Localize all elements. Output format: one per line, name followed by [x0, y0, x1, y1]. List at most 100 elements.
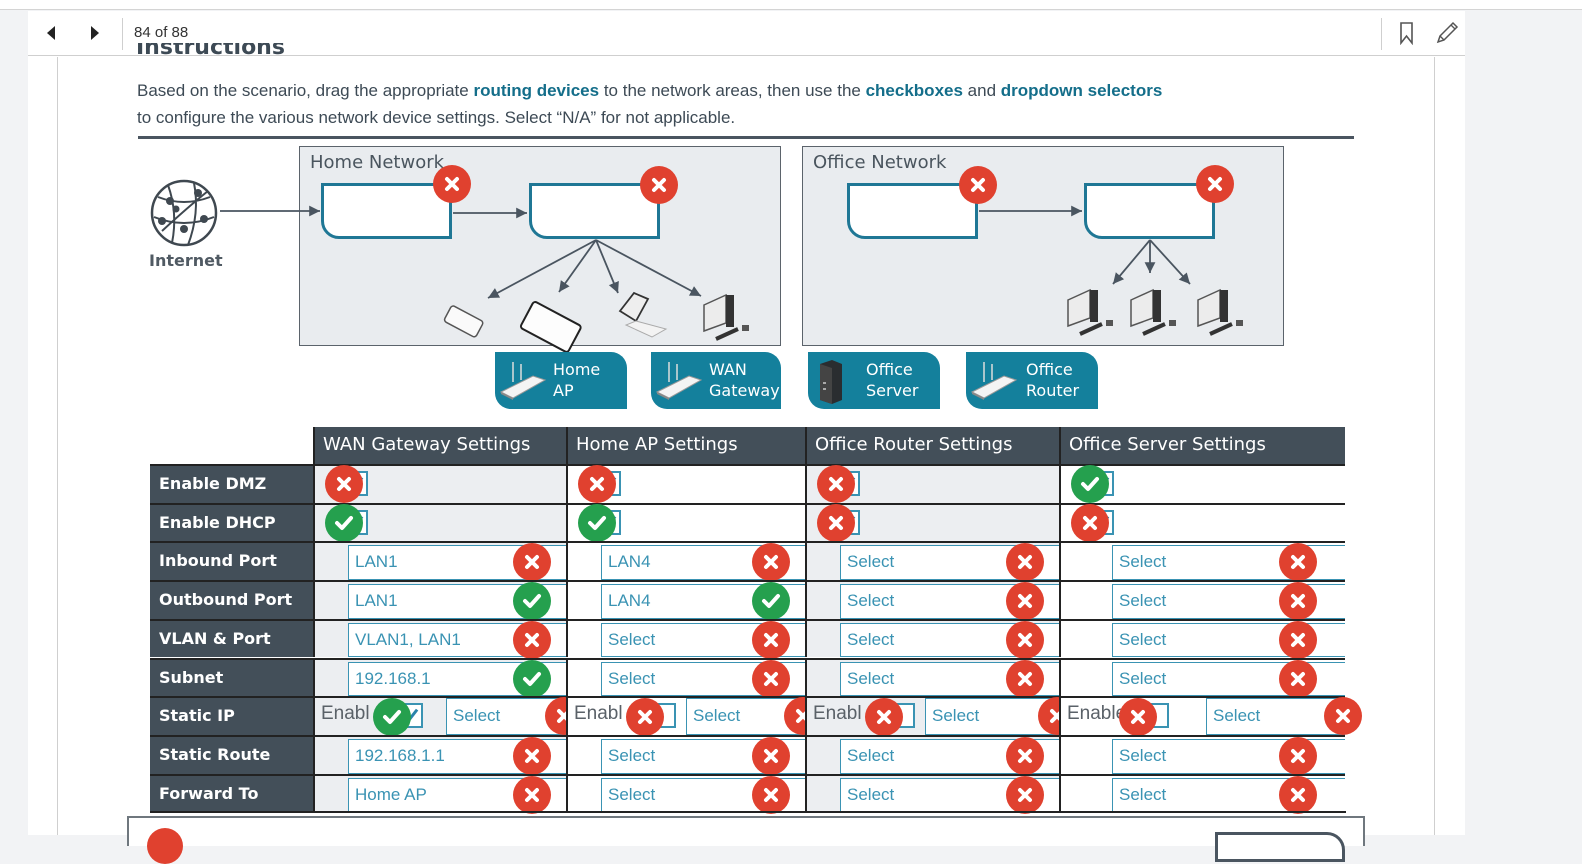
- dropdown-incorrect-badge: [513, 620, 551, 659]
- device-office-router[interactable]: Office Router: [966, 352, 1098, 409]
- router-icon: [655, 362, 703, 400]
- nav-divider-right: [1381, 18, 1382, 50]
- checkmark-icon: [762, 594, 780, 609]
- home-network-title: Home Network: [310, 152, 445, 173]
- triangle-left-icon: [47, 26, 55, 40]
- x-icon: [877, 710, 891, 725]
- x-icon: [590, 477, 604, 491]
- static-ip-checkbox-correct-badge: [373, 698, 411, 737]
- dropdown-correct-badge: [513, 659, 551, 698]
- dropdown-incorrect-badge: [752, 775, 790, 814]
- row-label: Enable DMZ: [150, 464, 313, 503]
- x-icon: [1018, 787, 1032, 802]
- x-icon: [764, 632, 778, 647]
- column-header: Home AP Settings: [566, 427, 805, 464]
- static-ip-checkbox-incorrect-badge: [1119, 698, 1157, 737]
- server-icon: [820, 360, 842, 404]
- dropdown-correct-badge: [752, 582, 790, 621]
- office-network-drop-slot-1[interactable]: [847, 183, 978, 239]
- device-wan-gateway[interactable]: WAN Gateway: [651, 352, 781, 409]
- x-icon: [1018, 555, 1032, 570]
- x-icon: [1208, 177, 1222, 191]
- router-icon: [499, 362, 547, 400]
- nav-divider: [122, 18, 123, 50]
- x-icon: [638, 710, 652, 725]
- annotate-button[interactable]: [1434, 20, 1460, 46]
- static-ip-enable-label: Enable: [1067, 703, 1127, 725]
- instr-text-3: and: [962, 81, 1001, 100]
- row-label: VLAN & Port: [150, 618, 313, 658]
- x-icon: [829, 477, 843, 491]
- section-divider: [138, 136, 1354, 139]
- x-icon: [1291, 594, 1305, 609]
- dropdown-incorrect-badge: [1279, 659, 1317, 698]
- x-icon: [1291, 671, 1305, 686]
- content-right-border: [1434, 57, 1435, 835]
- next-button[interactable]: [85, 23, 105, 43]
- row-label: Static Route: [150, 734, 313, 774]
- x-icon: [764, 671, 778, 686]
- x-icon: [1291, 748, 1305, 763]
- instructions-heading: Instructions: [136, 43, 285, 69]
- dropdown-incorrect-badge: [1006, 659, 1044, 698]
- dropdown-incorrect-badge: [1279, 775, 1317, 814]
- device-home-ap[interactable]: Home AP: [495, 352, 627, 409]
- instr-bold-checkboxes: checkboxes: [865, 81, 963, 100]
- x-icon: [764, 787, 778, 802]
- x-icon: [1131, 710, 1145, 725]
- checkbox-incorrect-badge: [1071, 503, 1109, 542]
- x-icon: [1018, 748, 1032, 763]
- column-header: Office Server Settings: [1059, 427, 1345, 464]
- dropdown-incorrect-badge: [513, 736, 551, 775]
- x-icon: [525, 787, 539, 802]
- feedback-button[interactable]: [1215, 832, 1345, 862]
- checkbox-incorrect-badge: [325, 465, 363, 503]
- bookmark-icon: [1400, 22, 1413, 46]
- home-slot-2-incorrect-badge: [640, 166, 678, 204]
- device-home-ap-label: Home AP: [553, 360, 601, 400]
- home-network-drop-slot-1[interactable]: [321, 183, 452, 239]
- feedback-status-icon: [147, 828, 183, 864]
- checkmark-icon: [1081, 477, 1099, 491]
- internet-label: Internet: [149, 251, 223, 270]
- column-header: Office Router Settings: [805, 427, 1059, 464]
- row-label: Forward To: [150, 773, 313, 813]
- x-icon: [1291, 787, 1305, 802]
- office-network-drop-slot-2[interactable]: [1084, 183, 1215, 239]
- x-icon: [337, 477, 351, 491]
- x-icon: [1018, 671, 1032, 686]
- x-icon: [445, 177, 459, 191]
- instr-text-4: to configure the various network device …: [137, 108, 736, 127]
- row-label: Enable DHCP: [150, 502, 313, 542]
- static-ip-enable-label: Enabl: [321, 703, 370, 725]
- checkmark-icon: [335, 515, 353, 530]
- question-page: 84 of 88 Instructions Based on the scena…: [28, 11, 1465, 864]
- static-ip-enable-label: Enabl: [574, 703, 623, 725]
- dropdown-incorrect-badge: [1279, 582, 1317, 621]
- router-icon: [970, 362, 1018, 400]
- previous-button[interactable]: [41, 23, 61, 43]
- globe-icon: [150, 179, 218, 247]
- home-network-area: Home Network: [299, 146, 781, 346]
- instr-text-1: Based on the scenario, drag the appropri…: [137, 81, 474, 100]
- instr-bold-routing-devices: routing devices: [473, 81, 600, 100]
- bookmark-button[interactable]: [1396, 21, 1418, 46]
- device-office-server-label: Office Server: [866, 360, 919, 400]
- x-icon: [525, 748, 539, 763]
- static-ip-enable-label: Enabl: [813, 703, 862, 725]
- instructions-heading-text: Instructions: [136, 43, 285, 60]
- device-office-router-label: Office Router: [1026, 360, 1080, 400]
- checkmark-icon: [588, 515, 606, 530]
- checkbox-correct-badge: [1071, 465, 1109, 503]
- x-icon: [652, 178, 666, 192]
- left-gutter: [0, 11, 28, 835]
- home-slot-1-incorrect-badge: [433, 165, 471, 203]
- static-ip-checkbox-incorrect-badge: [865, 698, 903, 737]
- instr-text-2: to the network areas, then use the: [599, 81, 866, 100]
- instructions-text: Based on the scenario, drag the appropri…: [137, 77, 1167, 131]
- checkbox-incorrect-badge: [817, 503, 855, 542]
- checkbox-incorrect-badge: [578, 465, 616, 503]
- device-office-server[interactable]: Office Server: [808, 352, 940, 409]
- x-icon: [829, 515, 843, 530]
- x-icon: [1291, 632, 1305, 647]
